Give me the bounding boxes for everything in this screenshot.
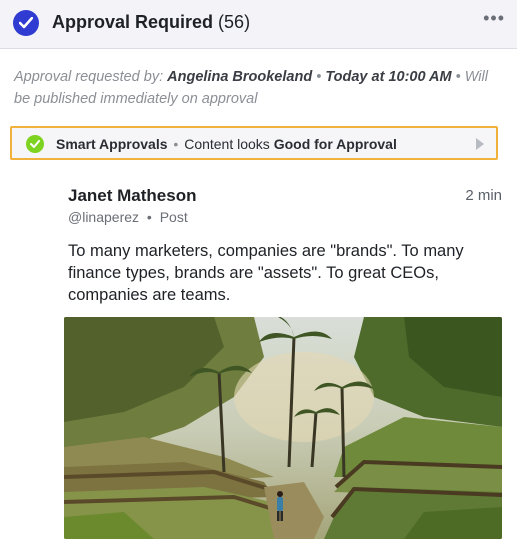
rice-terrace-photo	[64, 317, 502, 539]
post-handle[interactable]: @linaperez	[68, 209, 139, 225]
post-author[interactable]: Janet Matheson	[68, 186, 196, 206]
check-circle-icon	[26, 135, 44, 153]
post-type: Post	[159, 209, 188, 225]
request-time: Today at 10:00 AM	[325, 69, 452, 85]
approval-meta: Approval requested by: Angelina Brookela…	[14, 66, 506, 110]
requester-name: Angelina Brookeland	[167, 69, 313, 85]
separator: •	[173, 136, 179, 152]
post-subline: @linaperez • Post	[68, 209, 188, 225]
requested-by-label: Approval requested by:	[14, 69, 164, 85]
smart-approvals-verdict: Good for Approval	[273, 136, 397, 152]
play-arrow-icon[interactable]	[476, 138, 484, 150]
approval-count: (56)	[218, 12, 251, 32]
smart-approvals-banner[interactable]: Smart Approvals • Content looks Good for…	[10, 126, 498, 160]
separator: •	[312, 69, 326, 85]
more-options-icon[interactable]: •••	[483, 8, 505, 29]
post-image[interactable]	[64, 317, 502, 539]
post-time: 2 min	[465, 187, 502, 204]
title-label: Approval Required	[52, 12, 214, 32]
smart-approvals-text: Smart Approvals • Content looks Good for…	[56, 136, 397, 152]
separator: •	[451, 69, 465, 85]
smart-approvals-label: Smart Approvals	[56, 136, 168, 152]
smart-approvals-prefix: Content looks	[184, 136, 270, 152]
separator: •	[146, 209, 152, 225]
post-text: To many marketers, companies are "brands…	[68, 242, 464, 304]
approval-header: Approval Required (56) •••	[0, 0, 517, 49]
page-title: Approval Required (56)	[52, 12, 250, 33]
hiker	[277, 497, 283, 511]
check-circle-icon	[13, 10, 39, 36]
